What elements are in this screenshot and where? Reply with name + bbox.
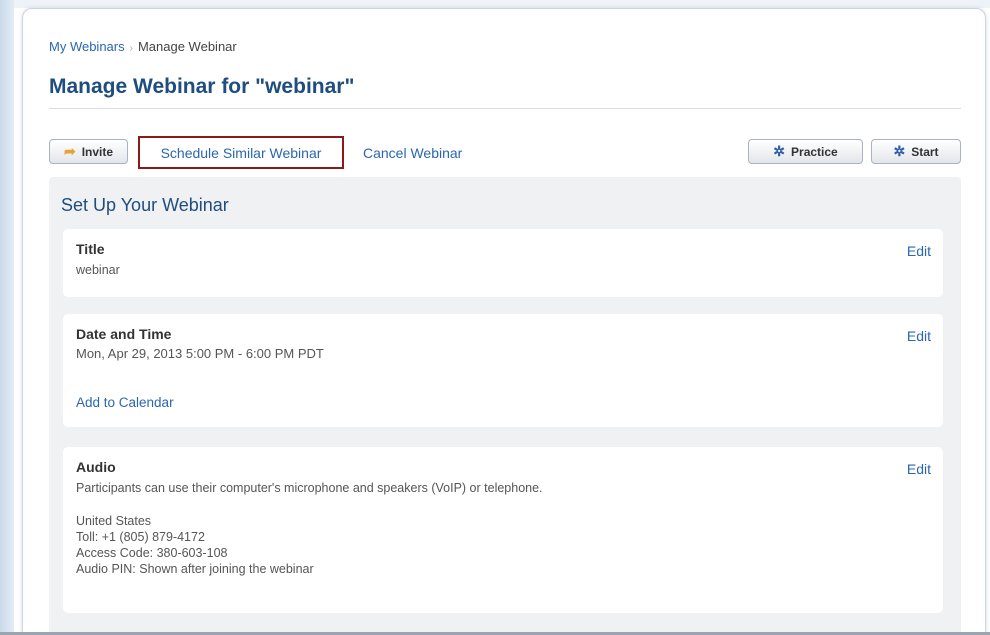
audio-description: Participants can use their computer's mi… [76,481,543,495]
audio-heading: Audio [76,459,116,475]
breadcrumb-separator: › [129,43,133,54]
title-card-heading: Title [76,241,105,257]
breadcrumb-my-webinars-link[interactable]: My Webinars [49,39,125,54]
window-left-strip [0,0,14,635]
audio-card: Audio Edit Participants can use their co… [63,447,943,613]
audio-toll-number: Toll: +1 (805) 879-4172 [76,530,205,544]
date-time-value: Mon, Apr 29, 2013 5:00 PM - 6:00 PM PDT [76,346,324,361]
toolbar: ➦ Invite Schedule Similar Webinar Cancel… [49,136,961,169]
schedule-similar-webinar-link[interactable]: Schedule Similar Webinar [161,145,322,161]
start-button-label: Start [911,144,939,159]
title-card: Title Edit webinar [63,229,943,297]
page-title: Manage Webinar for "webinar" [49,75,355,98]
date-time-card: Date and Time Edit Mon, Apr 29, 2013 5:0… [63,314,943,427]
arrow-icon: ➦ [63,143,76,159]
schedule-similar-highlight: Schedule Similar Webinar [138,136,344,169]
title-divider [49,108,961,109]
gear-icon: ✲ [773,143,786,159]
invite-button[interactable]: ➦ Invite [49,139,128,164]
cancel-webinar-link[interactable]: Cancel Webinar [363,145,462,161]
setup-section: Set Up Your Webinar Title Edit webinar D… [49,177,961,635]
title-edit-link[interactable]: Edit [907,243,931,259]
date-time-edit-link[interactable]: Edit [907,328,931,344]
title-value: webinar [76,263,120,277]
audio-edit-link[interactable]: Edit [907,461,931,477]
setup-heading: Set Up Your Webinar [61,195,229,215]
date-time-heading: Date and Time [76,326,172,342]
start-button[interactable]: ✲ Start [871,139,961,164]
window-top-strip [0,0,990,8]
main-panel: My Webinars › Manage Webinar Manage Webina… [22,8,986,635]
gear-icon: ✲ [893,143,906,159]
practice-button-label: Practice [791,144,838,159]
invite-button-label: Invite [81,144,114,159]
breadcrumb: My Webinars › Manage Webinar [49,39,237,54]
add-to-calendar-link[interactable]: Add to Calendar [76,395,174,410]
audio-country: United States [76,514,152,528]
audio-pin: Audio PIN: Shown after joining the webin… [76,562,314,576]
breadcrumb-current: Manage Webinar [137,39,237,54]
practice-button[interactable]: ✲ Practice [748,139,863,164]
audio-access-code: Access Code: 380-603-108 [76,546,228,560]
